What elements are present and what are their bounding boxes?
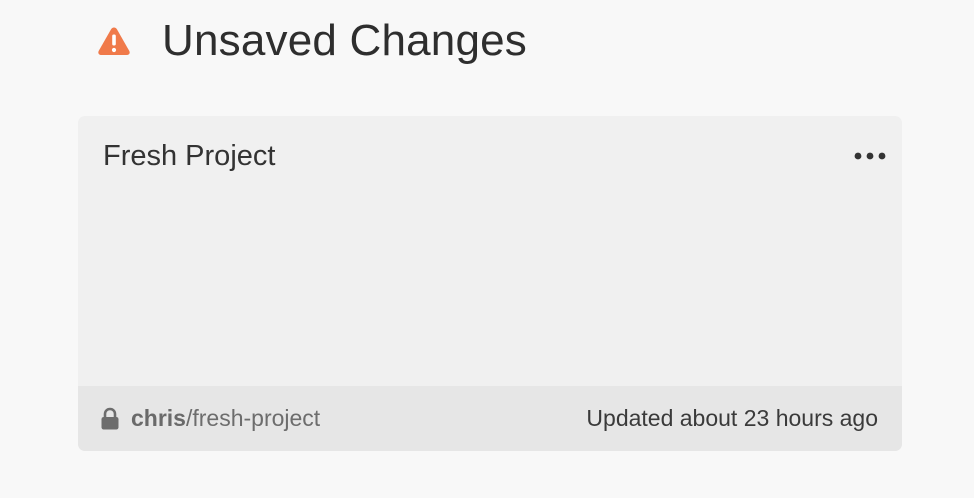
repo-name: fresh-project <box>192 405 321 431</box>
page-title: Unsaved Changes <box>162 16 528 65</box>
project-card[interactable]: Fresh Project chris/fresh-project Update… <box>78 116 902 451</box>
updated-timestamp: Updated about 23 hours ago <box>586 405 878 431</box>
repo-owner: chris <box>131 405 186 431</box>
repo-path[interactable]: chris/fresh-project <box>100 405 320 432</box>
project-title[interactable]: Fresh Project <box>103 138 275 174</box>
page: Unsaved Changes Fresh Project chris/fres… <box>0 0 974 498</box>
lock-icon <box>100 407 120 431</box>
project-card-body[interactable]: Fresh Project <box>78 116 902 386</box>
more-horizontal-icon <box>853 152 887 160</box>
section-header: Unsaved Changes <box>96 14 527 68</box>
project-card-footer: chris/fresh-project Updated about 23 hou… <box>78 386 902 451</box>
warning-triangle-icon <box>96 23 132 59</box>
more-options-button[interactable] <box>852 142 888 170</box>
